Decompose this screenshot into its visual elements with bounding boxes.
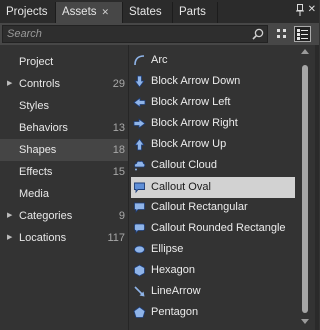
shape-label: Block Arrow Left <box>151 96 231 108</box>
category-effects[interactable]: Effects 15 <box>0 161 128 183</box>
tab-assets[interactable]: Assets ✕ <box>56 2 123 23</box>
tab-label: Projects <box>6 6 48 18</box>
shape-label: Callout Rectangular <box>151 201 248 213</box>
shape-item-callout-rectangular[interactable]: Callout Rectangular <box>129 197 297 218</box>
scroll-down-icon[interactable] <box>301 319 309 324</box>
grid-view-icon <box>277 29 286 38</box>
shape-label: Callout Oval <box>151 181 211 193</box>
expand-arrow-icon[interactable]: ▶ <box>7 205 12 227</box>
category-count: 9 <box>118 210 125 222</box>
shape-item-line-arrow[interactable]: LineArrow <box>129 281 297 302</box>
expand-arrow-icon[interactable]: ▶ <box>7 73 12 95</box>
pin-icon[interactable] <box>296 4 304 16</box>
search-box <box>2 25 268 43</box>
shape-item-arc[interactable]: Arc <box>129 50 297 71</box>
callout-cloud-icon <box>134 160 146 171</box>
category-label: Locations <box>19 232 67 244</box>
category-label: Project <box>19 56 54 68</box>
arrow-right-icon <box>133 118 146 129</box>
search-input[interactable] <box>3 26 253 42</box>
shape-label: Ellipse <box>151 243 184 255</box>
scroll-up-icon[interactable] <box>301 49 309 54</box>
category-label: Styles <box>19 100 49 112</box>
callout-rectangular-icon <box>134 202 145 214</box>
category-list: Project ▶ Controls 29 Styles Behaviors 1… <box>0 45 128 330</box>
shape-item-block-arrow-right[interactable]: Block Arrow Right <box>129 113 297 134</box>
shape-item-callout-oval[interactable]: Callout Oval <box>131 177 295 198</box>
tab-label: Parts <box>179 6 206 18</box>
search-icon[interactable] <box>252 28 264 40</box>
panel-edge <box>315 45 319 330</box>
category-shapes[interactable]: Shapes 18 <box>0 139 128 161</box>
category-locations[interactable]: ▶ Locations 117 <box>0 227 128 249</box>
close-panel-icon[interactable]: ✕ <box>308 4 316 15</box>
shape-list: Arc Block Arrow Down Block Arrow Left Bl… <box>129 45 319 330</box>
list-view-icon <box>297 29 308 40</box>
callout-rounded-icon <box>134 223 145 235</box>
list-view-button[interactable] <box>294 26 311 42</box>
tab-label: States <box>129 6 162 18</box>
shape-label: Block Arrow Down <box>151 75 241 87</box>
category-label: Categories <box>19 210 73 222</box>
shape-label: Block Arrow Up <box>151 138 227 150</box>
arrow-left-icon <box>133 97 146 108</box>
arc-icon <box>134 55 145 66</box>
shape-label: Pentagon <box>151 306 199 318</box>
category-styles[interactable]: Styles <box>0 95 128 117</box>
tab-projects[interactable]: Projects <box>0 2 56 23</box>
category-media[interactable]: Media <box>0 183 128 205</box>
category-controls[interactable]: ▶ Controls 29 <box>0 73 128 95</box>
shape-item-block-arrow-left[interactable]: Block Arrow Left <box>129 92 297 113</box>
shape-item-pentagon[interactable]: Pentagon <box>129 302 297 323</box>
category-label: Controls <box>19 78 60 90</box>
shape-item-hexagon[interactable]: Hexagon <box>129 260 297 281</box>
category-label: Media <box>19 188 49 200</box>
expand-arrow-icon[interactable]: ▶ <box>7 227 12 249</box>
category-count: 15 <box>112 166 125 178</box>
category-count: 18 <box>112 144 125 156</box>
category-count: 29 <box>112 78 125 90</box>
shape-item-callout-cloud[interactable]: Callout Cloud <box>129 155 297 176</box>
tab-label: Assets <box>62 6 97 18</box>
line-arrow-icon <box>134 286 145 297</box>
scrollbar-thumb[interactable] <box>302 65 308 313</box>
tab-bar: Projects Assets ✕ States Parts ✕ <box>0 0 319 23</box>
callout-oval-icon <box>134 182 145 194</box>
search-row <box>0 23 319 45</box>
category-project[interactable]: Project <box>0 51 128 73</box>
arrow-up-icon <box>134 138 145 151</box>
shape-label: LineArrow <box>151 285 201 297</box>
shape-label: Callout Rounded Rectangle <box>151 222 286 234</box>
shape-item-ellipse[interactable]: Ellipse <box>129 239 297 260</box>
category-categories[interactable]: ▶ Categories 9 <box>0 205 128 227</box>
tab-parts[interactable]: Parts <box>173 2 218 23</box>
shape-item-block-arrow-down[interactable]: Block Arrow Down <box>129 71 297 92</box>
close-tab-icon[interactable]: ✕ <box>102 7 110 17</box>
shape-item-block-arrow-up[interactable]: Block Arrow Up <box>129 134 297 155</box>
category-count: 13 <box>112 122 125 134</box>
tab-states[interactable]: States <box>123 2 173 23</box>
shape-label: Callout Cloud <box>151 159 218 171</box>
ellipse-icon <box>134 245 145 254</box>
category-label: Effects <box>19 166 53 178</box>
category-label: Shapes <box>19 144 57 156</box>
category-behaviors[interactable]: Behaviors 13 <box>0 117 128 139</box>
category-label: Behaviors <box>19 122 68 134</box>
shape-label: Arc <box>151 54 168 66</box>
pentagon-icon <box>133 306 146 318</box>
category-count: 117 <box>107 232 125 244</box>
grid-view-button[interactable] <box>273 26 290 42</box>
arrow-down-icon <box>134 75 145 88</box>
shape-item-callout-rounded-rectangle[interactable]: Callout Rounded Rectangle <box>129 218 297 239</box>
shape-label: Block Arrow Right <box>151 117 238 129</box>
shape-label: Hexagon <box>151 264 196 276</box>
hexagon-icon <box>134 264 145 277</box>
